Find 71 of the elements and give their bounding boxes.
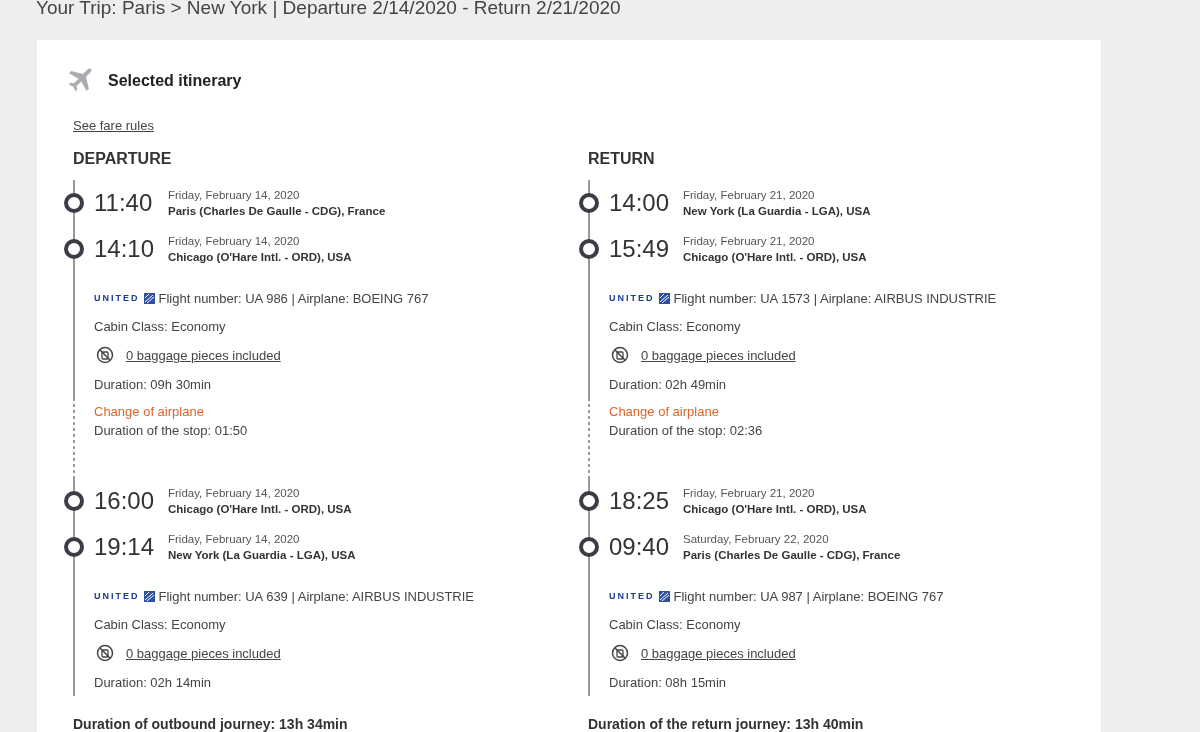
no-baggage-icon: [96, 346, 114, 364]
flight-info: Flight number: UA 986 | Airplane: BOEING 767: [158, 290, 429, 306]
date: Friday, February 21, 2020: [683, 235, 816, 247]
time: 14:10: [94, 235, 156, 263]
date: Friday, February 14, 2020: [168, 533, 301, 545]
flight-info: Flight number: UA 987 | Airplane: BOEING 767: [673, 588, 944, 604]
flight-duration: Duration: 02h 14min: [94, 674, 212, 690]
journey-duration: Duration of outbound journey: 13h 34min: [73, 716, 349, 732]
timeline-stop-icon: [579, 491, 599, 511]
stop-duration: Duration of the stop: 01:50: [94, 423, 248, 438]
date: Friday, February 21, 2020: [683, 487, 816, 499]
date: Friday, February 14, 2020: [168, 487, 301, 499]
flight-info: Flight number: UA 639 | Airplane: AIRBUS INDUSTRIE: [158, 588, 474, 604]
airport: New York (La Guardia - LGA), USA: [683, 205, 871, 217]
flight-duration: Duration: 08h 15min: [609, 674, 727, 690]
section-heading: RETURN: [588, 150, 656, 168]
airport: New York (La Guardia - LGA), USA: [168, 549, 356, 561]
baggage-link[interactable]: 0 baggage pieces included: [641, 347, 796, 363]
airport: Chicago (O'Hare Intl. - ORD), USA: [683, 251, 867, 263]
cabin-class: Cabin Class: Economy: [94, 616, 226, 632]
cabin-class: Cabin Class: Economy: [94, 318, 226, 334]
airport: Chicago (O'Hare Intl. - ORD), USA: [168, 251, 352, 263]
stop-duration: Duration of the stop: 02:36: [609, 423, 763, 438]
airport: Paris (Charles De Gaulle - CDG), France: [683, 549, 901, 561]
stop-notice: Change of airplane: [94, 404, 204, 419]
airport: Paris (Charles De Gaulle - CDG), France: [168, 205, 386, 217]
timeline-stop-icon: [64, 491, 84, 511]
baggage-link[interactable]: 0 baggage pieces included: [126, 347, 281, 363]
airline-logo-icon: [143, 292, 155, 304]
airline-logo-icon: [143, 590, 155, 602]
timeline-stop-icon: [579, 537, 599, 557]
airline-logo: UNITED: [94, 293, 140, 303]
airline-logo: UNITED: [609, 293, 655, 303]
flight-duration: Duration: 02h 49min: [609, 376, 727, 392]
date: Friday, February 14, 2020: [168, 189, 301, 201]
timeline-stop-icon: [64, 537, 84, 557]
timeline-stop-icon: [64, 239, 84, 259]
date: Friday, February 21, 2020: [683, 189, 816, 201]
airport: Chicago (O'Hare Intl. - ORD), USA: [168, 503, 352, 515]
trip-summary: Your Trip: Paris > New York | Departure 2/14/2020 - Return 2/21/2020: [36, 0, 622, 20]
timeline-stop-icon: [579, 239, 599, 259]
airline-logo-icon: [658, 292, 670, 304]
date: Saturday, February 22, 2020: [683, 533, 830, 545]
flight-info: Flight number: UA 1573 | Airplane: AIRBUS INDUSTRIE: [673, 290, 997, 306]
cabin-class: Cabin Class: Economy: [609, 318, 741, 334]
no-baggage-icon: [611, 346, 629, 364]
time: 14:00: [609, 189, 671, 217]
airline-logo-icon: [658, 590, 670, 602]
date: Friday, February 14, 2020: [168, 235, 301, 247]
card-title: Selected itinerary: [108, 72, 242, 90]
airport: Chicago (O'Hare Intl. - ORD), USA: [683, 503, 867, 515]
time: 18:25: [609, 487, 671, 515]
baggage-link[interactable]: 0 baggage pieces included: [126, 645, 281, 661]
airline-logo: UNITED: [609, 591, 655, 601]
stop-notice: Change of airplane: [609, 404, 719, 419]
fare-rules-link[interactable]: See fare rules: [73, 118, 154, 133]
no-baggage-icon: [611, 644, 629, 662]
cabin-class: Cabin Class: Economy: [609, 616, 741, 632]
baggage-link[interactable]: 0 baggage pieces included: [641, 645, 796, 661]
timeline-stop-icon: [579, 193, 599, 213]
timeline-stop-icon: [64, 193, 84, 213]
flight-duration: Duration: 09h 30min: [94, 376, 212, 392]
no-baggage-icon: [96, 644, 114, 662]
time: 11:40: [94, 189, 154, 217]
time: 19:14: [94, 533, 156, 561]
time: 09:40: [609, 533, 671, 561]
airline-logo: UNITED: [94, 591, 140, 601]
time: 15:49: [609, 235, 671, 263]
time: 16:00: [94, 487, 156, 515]
journey-duration: Duration of the return journey: 13h 40min: [588, 716, 865, 732]
section-heading: DEPARTURE: [73, 150, 173, 168]
